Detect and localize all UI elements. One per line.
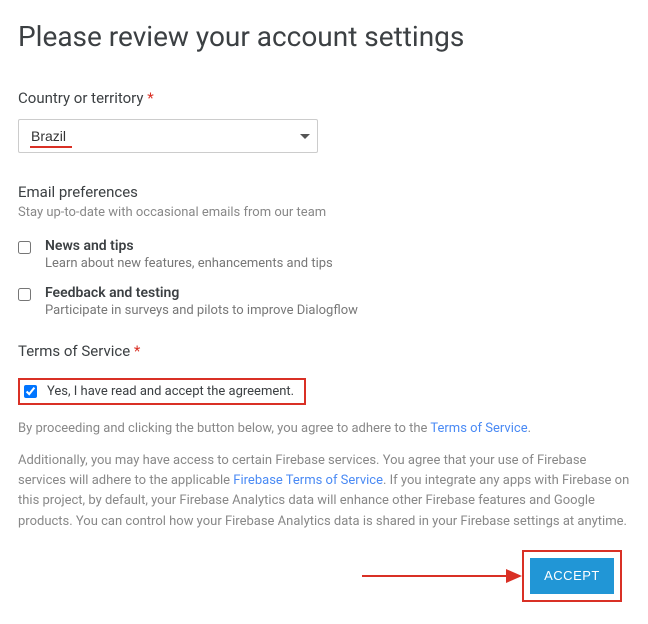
feedback-checkbox[interactable]: [18, 288, 31, 301]
news-checkbox[interactable]: [18, 241, 31, 254]
email-subtext: Stay up-to-date with occasional emails f…: [18, 205, 630, 220]
pref-title: News and tips: [45, 238, 333, 254]
required-asterisk: *: [134, 342, 140, 360]
pref-row-news: News and tips Learn about new features, …: [18, 238, 630, 271]
pref-desc: Learn about new features, enhancements a…: [45, 256, 333, 271]
tos-heading-text: Terms of Service: [18, 342, 130, 360]
pref-desc: Participate in surveys and pilots to imp…: [45, 303, 358, 318]
accept-button[interactable]: ACCEPT: [530, 558, 614, 594]
tos-paragraph-2: Additionally, you may have access to cer…: [18, 451, 630, 532]
required-asterisk: *: [147, 89, 153, 107]
tos-text: By proceeding and clicking the button be…: [18, 421, 430, 436]
country-select-wrap: Brazil: [18, 119, 630, 153]
agree-checkbox[interactable]: [24, 385, 37, 398]
country-select[interactable]: Brazil: [18, 119, 318, 153]
arrow-icon: [362, 566, 522, 586]
pref-row-feedback: Feedback and testing Participate in surv…: [18, 285, 630, 318]
email-heading: Email preferences: [18, 183, 630, 201]
country-label-text: Country or territory: [18, 89, 143, 107]
tos-heading: Terms of Service *: [18, 342, 630, 360]
footer: ACCEPT: [18, 544, 630, 604]
accept-highlight-box: ACCEPT: [522, 550, 622, 602]
tos-link[interactable]: Terms of Service: [430, 421, 527, 436]
agree-label: Yes, I have read and accept the agreemen…: [47, 384, 294, 399]
page-title: Please review your account settings: [18, 20, 630, 53]
country-label: Country or territory *: [18, 89, 630, 107]
agree-highlight-box: Yes, I have read and accept the agreemen…: [18, 378, 306, 405]
firebase-tos-link[interactable]: Firebase Terms of Service: [233, 473, 383, 488]
tos-text: .: [528, 421, 531, 436]
tos-paragraph-1: By proceeding and clicking the button be…: [18, 419, 630, 439]
pref-title: Feedback and testing: [45, 285, 358, 301]
